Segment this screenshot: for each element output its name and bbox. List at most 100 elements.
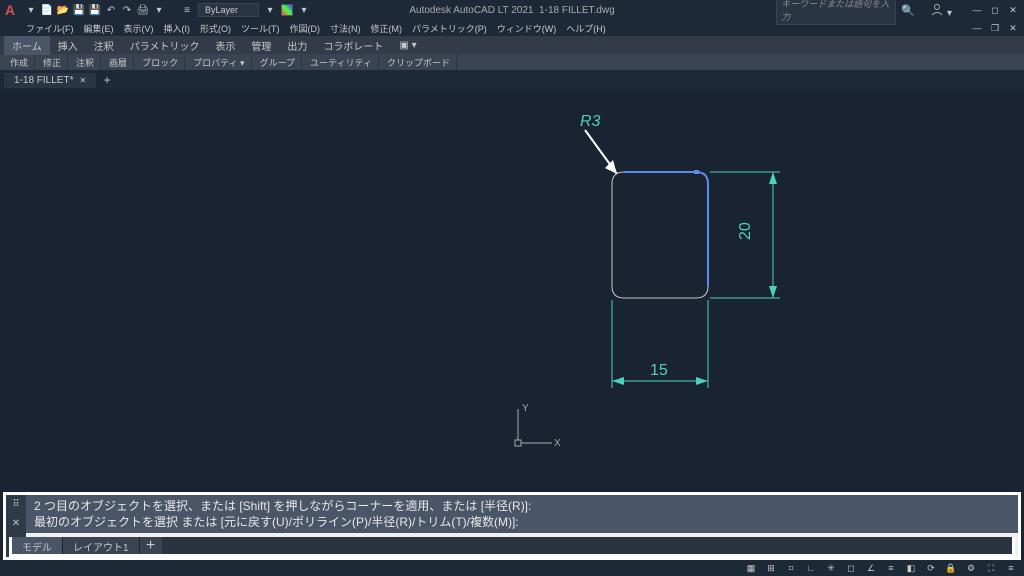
tab-output[interactable]: 出力 (279, 36, 315, 55)
menu-parametric[interactable]: パラメトリック(P) (408, 21, 491, 36)
menu-tools[interactable]: ツール(T) (237, 21, 284, 36)
panel-utilities[interactable]: ユーティリティ (304, 55, 379, 70)
statusbar: ▦ ⊞ ⌗ ∟ ✳ ◻ ∠ ≡ ◧ ⟳ 🔒 ⚙ ⛶ ≡ (0, 560, 1024, 576)
selection-cycling-icon[interactable]: ⟳ (924, 561, 938, 575)
model-paper-toggle[interactable]: ▦ (744, 561, 758, 575)
drag-handle-icon[interactable]: ⠿ (12, 499, 19, 510)
menu-help[interactable]: ヘルプ(H) (562, 21, 610, 36)
panel-layers[interactable]: 画層 (103, 55, 134, 70)
tab-model[interactable]: モデル (12, 537, 63, 554)
svg-text:X: X (554, 438, 560, 449)
command-window: ⠿ ✕ 2 つ目のオブジェクトを選択、または [Shift] を押しながらコーナ… (3, 492, 1021, 560)
quick-access-toolbar: ▾ 📄 📂 💾 💾 ↶ ↷ 🖨 ▾ (20, 3, 170, 17)
tab-expand-icon[interactable]: ▣ ▾ (391, 38, 424, 53)
svg-text:20: 20 (737, 222, 754, 240)
search-icon[interactable]: 🔍 (900, 2, 916, 18)
redo-icon[interactable]: ↷ (120, 3, 134, 17)
file-tab-active[interactable]: 1-18 FILLET* ✕ (4, 73, 97, 88)
undo-icon[interactable]: ↶ (104, 3, 118, 17)
drawing-canvas[interactable]: Y X R3 20 15 (0, 90, 1024, 456)
command-history[interactable]: 2 つ目のオブジェクトを選択、または [Shift] を押しながらコーナーを適用… (26, 495, 1018, 533)
tab-home[interactable]: ホーム (4, 36, 50, 55)
window-controls: — ◻ ✕ (966, 3, 1024, 17)
window-title: Autodesk AutoCAD LT 2021 1-18 FILLET.dwg (409, 5, 614, 16)
new-icon[interactable]: 📄 (40, 3, 54, 17)
search-input[interactable]: キーワードまたは語句を入力 (776, 0, 896, 25)
svg-text:Y: Y (522, 403, 529, 414)
menu-edit[interactable]: 編集(E) (80, 21, 118, 36)
tab-parametric[interactable]: パラメトリック (122, 36, 208, 55)
tab-insert[interactable]: 挿入 (50, 36, 86, 55)
menu-dropdown-icon[interactable]: ▾ (24, 3, 38, 17)
layer-arrow2-icon[interactable]: ▾ (297, 3, 311, 17)
dimension-horizontal: 15 (612, 300, 708, 388)
history-line: 最初のオブジェクトを選択 または [元に戻す(U)/ポリライン(P)/半径(R)… (34, 515, 1010, 531)
customize-icon[interactable]: ≡ (1004, 561, 1018, 575)
grid-icon[interactable]: ⊞ (764, 561, 778, 575)
tab-manage[interactable]: 管理 (243, 36, 279, 55)
layer-selector: ≡ ByLayer ▾ ▾ (180, 3, 311, 17)
doc-minimize-icon[interactable]: — (970, 21, 984, 35)
clean-screen-icon[interactable]: ⛶ (984, 561, 998, 575)
file-tabs: 1-18 FILLET* ✕ + (0, 70, 1024, 90)
panel-clipboard[interactable]: クリップボード (381, 55, 457, 70)
snap-icon[interactable]: ⌗ (784, 561, 798, 575)
plot-icon[interactable]: 🖨 (136, 3, 150, 17)
panel-modify[interactable]: 修正 (37, 55, 68, 70)
qat-more-icon[interactable]: ▾ (152, 3, 166, 17)
annotation-scale-icon[interactable]: 🔒 (944, 561, 958, 575)
lineweight-icon[interactable]: ≡ (180, 3, 194, 17)
panel-annotation[interactable]: 注釈 (70, 55, 101, 70)
radius-text: R3 (580, 113, 601, 130)
panel-create[interactable]: 作成 (4, 55, 35, 70)
layer-dropdown[interactable]: ByLayer (198, 3, 259, 17)
transparency-icon[interactable]: ◧ (904, 561, 918, 575)
doc-close-icon[interactable]: ✕ (1006, 21, 1020, 35)
panel-group[interactable]: グループ (254, 55, 302, 70)
lineweight-status-icon[interactable]: ≡ (884, 561, 898, 575)
menu-window[interactable]: ウィンドウ(W) (493, 21, 561, 36)
saveas-icon[interactable]: 💾 (88, 3, 102, 17)
minimize-icon[interactable]: — (970, 3, 984, 17)
menu-modify[interactable]: 修正(M) (367, 21, 407, 36)
osnap-icon[interactable]: ◻ (844, 561, 858, 575)
ribbon-tabs: ホーム 挿入 注釈 パラメトリック 表示 管理 出力 コラボレート ▣ ▾ (0, 36, 1024, 54)
doc-restore-icon[interactable]: ❐ (988, 21, 1002, 35)
polar-icon[interactable]: ✳ (824, 561, 838, 575)
ortho-icon[interactable]: ∟ (804, 561, 818, 575)
command-gutter: ⠿ ✕ (6, 495, 26, 533)
tab-collaborate[interactable]: コラボレート (315, 36, 391, 55)
save-icon[interactable]: 💾 (72, 3, 86, 17)
command-close-icon[interactable]: ✕ (12, 518, 20, 529)
bylayer-color-swatch[interactable] (281, 4, 293, 16)
menu-view[interactable]: 表示(V) (120, 21, 158, 36)
dimension-vertical: 20 (710, 172, 780, 298)
titlebar: A ▾ 📄 📂 💾 💾 ↶ ↷ 🖨 ▾ ≡ ByLayer ▾ ▾ Autode… (0, 0, 1024, 20)
otrack-icon[interactable]: ∠ (864, 561, 878, 575)
svg-text:15: 15 (650, 362, 668, 379)
tab-view[interactable]: 表示 (207, 36, 243, 55)
panel-block[interactable]: ブロック (136, 55, 185, 70)
menu-draw[interactable]: 作図(D) (286, 21, 325, 36)
layer-arrow-icon[interactable]: ▾ (263, 3, 277, 17)
menu-insert[interactable]: 挿入(I) (160, 21, 195, 36)
app-logo[interactable]: A (0, 0, 20, 20)
rounded-rectangle: 20 15 (610, 170, 810, 420)
sign-in[interactable]: ▾ (930, 2, 952, 19)
menu-format[interactable]: 形式(O) (196, 21, 235, 36)
history-line: 2 つ目のオブジェクトを選択、または [Shift] を押しながらコーナーを適用… (34, 499, 1010, 515)
maximize-icon[interactable]: ◻ (988, 3, 1002, 17)
menu-dimension[interactable]: 寸法(N) (326, 21, 365, 36)
close-icon[interactable]: ✕ (1006, 3, 1020, 17)
add-layout-tab[interactable]: + (140, 537, 162, 554)
tab-annotate[interactable]: 注釈 (86, 36, 122, 55)
menu-file[interactable]: ファイル(F) (22, 21, 78, 36)
open-icon[interactable]: 📂 (56, 3, 70, 17)
ribbon-panels: 作成 修正 注釈 画層 ブロック プロパティ ▾ グループ ユーティリティ クリ… (0, 54, 1024, 70)
panel-properties[interactable]: プロパティ ▾ (187, 55, 251, 70)
add-file-tab[interactable]: + (97, 73, 117, 87)
workspace-icon[interactable]: ⚙ (964, 561, 978, 575)
file-tab-close-icon[interactable]: ✕ (79, 76, 86, 85)
tab-layout1[interactable]: レイアウト1 (63, 537, 140, 554)
ucs-icon: Y X (510, 401, 560, 451)
